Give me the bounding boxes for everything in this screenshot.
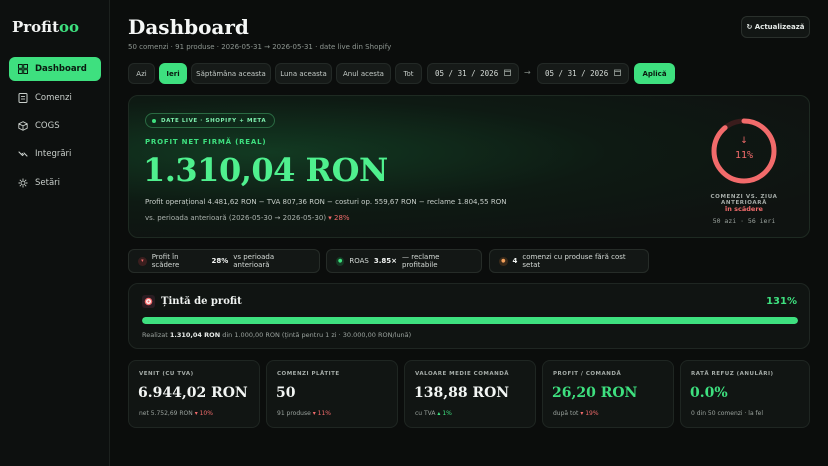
page-subtitle: 50 comenzi · 91 produse · 2026-05-31 → 2… — [128, 43, 392, 51]
date-from-value: 05 / 31 / 2026 — [435, 69, 499, 78]
kpi-label: VENIT (CU TVA) — [139, 371, 194, 377]
kpi-delta: ▾ 10% — [194, 410, 213, 417]
sidebar-item-label: COGS — [35, 121, 60, 131]
ring-counts: 50 azi · 56 ieri — [712, 217, 776, 225]
kpi-value: 50 — [276, 385, 296, 401]
sidebar: Profitoo Dashboard Comenzi COGS Integrăr… — [0, 0, 110, 466]
kpi-delta: ▾ 11% — [312, 410, 331, 417]
filter-chip-tot[interactable]: Tot — [395, 63, 422, 84]
ring-percent: 11% — [734, 150, 754, 161]
sidebar-item-comenzi[interactable]: Comenzi — [9, 86, 101, 110]
kpi-sub: după tot ▾ 19% — [553, 410, 599, 417]
arrow-down-icon: ↓ — [740, 136, 748, 146]
target-note: Realizat 1.310,04 RON din 1.000,00 RON (… — [142, 331, 412, 339]
kpi-delta: ▾ 19% — [580, 410, 599, 417]
hero-compare-text: vs. perioada anterioară (2026-05-30 → 20… — [145, 214, 327, 222]
sidebar-item-label: Dashboard — [35, 64, 87, 74]
date-to-input[interactable]: 05 / 31 / 2026 — [537, 63, 629, 84]
alert-icon: ● — [499, 256, 508, 266]
grid-icon — [18, 64, 28, 74]
apply-button[interactable]: Aplică — [634, 63, 675, 84]
sidebar-item-integrari[interactable]: Integrări — [9, 142, 101, 166]
target-progress-fill — [142, 317, 798, 324]
insight-missing-cost[interactable]: ● 4 comenzi cu produse fără cost setat — [489, 249, 649, 273]
target-icon — [142, 295, 155, 308]
target-title: Țintă de profit — [161, 296, 242, 307]
kpi-card-revenue: VENIT (CU TVA) 6.944,02 RON net 5.752,69… — [128, 360, 260, 428]
kpi-value: 6.944,02 RON — [138, 385, 248, 401]
kpi-sub: net 5.752,69 RON ▾ 10% — [139, 410, 213, 417]
sidebar-item-dashboard[interactable]: Dashboard — [9, 57, 101, 81]
box-icon — [18, 121, 28, 131]
filter-chip-azi[interactable]: Azi — [128, 63, 155, 84]
kpi-sub: 91 produse ▾ 11% — [277, 410, 331, 417]
check-icon: ● — [336, 256, 345, 266]
insight-profit-decline[interactable]: ▾ Profit în scădere 28% vs perioada ante… — [128, 249, 320, 273]
profit-target-card: Țintă de profit 131% Realizat 1.310,04 R… — [128, 283, 810, 349]
refresh-button[interactable]: ↻ Actualizează — [741, 16, 810, 38]
date-range-arrow: → — [524, 68, 531, 77]
trend-down-icon: ▾ — [138, 256, 147, 266]
kpi-value: 0.0% — [690, 385, 728, 401]
filter-chip-luna[interactable]: Luna aceasta — [275, 63, 332, 84]
kpi-label: COMENZI PLĂTITE — [277, 371, 340, 377]
kpi-value: 26,20 RON — [552, 385, 638, 401]
hero-profit-card: DATE LIVE · SHOPIFY + META PROFIT NET FI… — [128, 95, 810, 238]
date-from-input[interactable]: 05 / 31 / 2026 — [427, 63, 519, 84]
hero-label: PROFIT NET FIRMĂ (REAL) — [145, 138, 267, 146]
kpi-card-refusal-rate: RATĂ REFUZ (ANULĂRI) 0.0% 0 din 50 comen… — [680, 360, 810, 428]
sidebar-item-setari[interactable]: Setări — [9, 171, 101, 195]
gear-icon — [18, 178, 28, 188]
filter-chip-an[interactable]: Anul acesta — [336, 63, 391, 84]
sidebar-item-label: Setări — [35, 178, 61, 188]
filter-chip-ieri[interactable]: Ieri — [159, 63, 187, 84]
kpi-label: RATĂ REFUZ (ANULĂRI) — [691, 371, 774, 377]
sidebar-item-cogs[interactable]: COGS — [9, 114, 101, 138]
kpi-card-profit-per-order: PROFIT / COMANDĂ 26,20 RON după tot ▾ 19… — [542, 360, 674, 428]
target-progress-bar — [142, 317, 798, 324]
sidebar-item-label: Integrări — [35, 149, 72, 159]
target-percent: 131% — [766, 296, 797, 307]
plug-icon — [18, 149, 28, 159]
kpi-card-orders: COMENZI PLĂTITE 50 91 produse ▾ 11% — [266, 360, 398, 428]
kpi-value: 138,88 RON — [414, 385, 510, 401]
ring-status: în scădere — [725, 205, 763, 213]
orders-ring-gauge: ↓ 11% — [709, 116, 779, 186]
calendar-icon — [614, 69, 621, 78]
date-to-value: 05 / 31 / 2026 — [545, 69, 609, 78]
calendar-icon — [504, 69, 511, 78]
kpi-delta: ▴ 1% — [437, 410, 452, 417]
page-title: Dashboard — [128, 15, 249, 39]
filter-chip-saptamana[interactable]: Săptămâna aceasta — [191, 63, 271, 84]
hero-breakdown: Profit operațional 4.481,62 RON − TVA 80… — [145, 198, 507, 206]
kpi-sub: 0 din 50 comenzi · la fel — [691, 410, 764, 417]
hero-profit-value: 1.310,04 RON — [143, 151, 388, 189]
brand-logo[interactable]: Profitoo — [12, 18, 79, 36]
sidebar-item-label: Comenzi — [35, 93, 72, 103]
insight-roas[interactable]: ● ROAS 3.85× — reclame profitabile — [326, 249, 482, 273]
kpi-sub: cu TVA ▴ 1% — [415, 410, 452, 417]
receipt-icon — [18, 93, 28, 103]
kpi-label: PROFIT / COMANDĂ — [553, 371, 622, 377]
hero-compare-delta: ▾ 28% — [328, 214, 350, 222]
kpi-card-aov: VALOARE MEDIE COMANDĂ 138,88 RON cu TVA … — [404, 360, 536, 428]
kpi-label: VALOARE MEDIE COMANDĂ — [415, 371, 510, 377]
live-data-badge: DATE LIVE · SHOPIFY + META — [145, 113, 276, 128]
hero-compare: vs. perioada anterioară (2026-05-30 → 20… — [145, 214, 350, 222]
